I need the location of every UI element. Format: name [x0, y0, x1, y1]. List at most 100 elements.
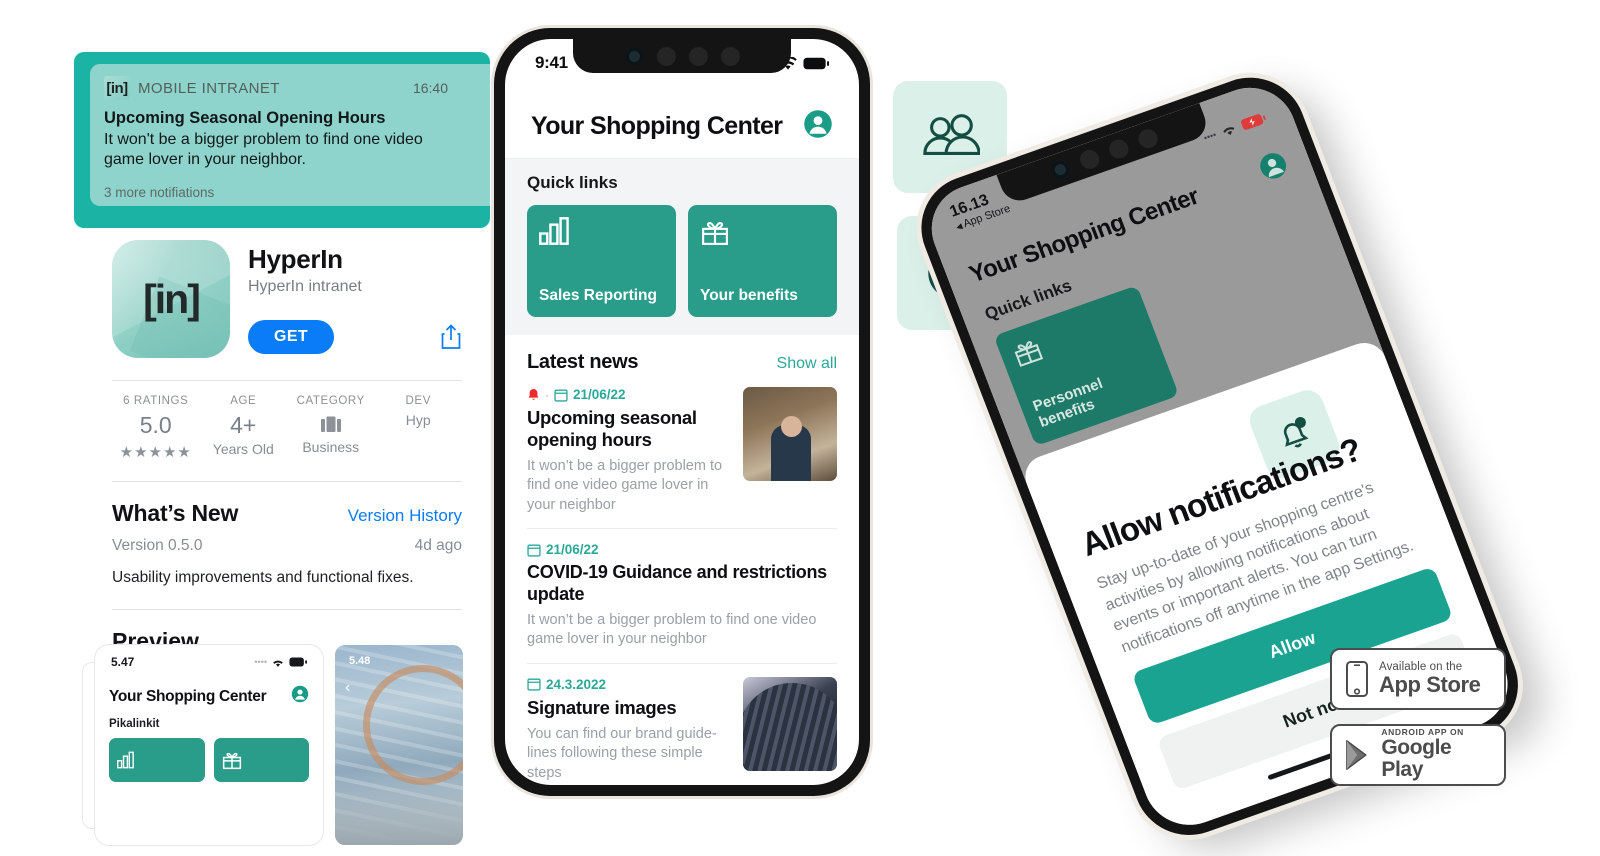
- get-button[interactable]: GET: [248, 320, 335, 354]
- preview-tiles: [95, 730, 323, 782]
- preview-tile-sales[interactable]: [109, 738, 205, 782]
- news-text: 21/06/22 COVID-19 Guidance and restricti…: [527, 542, 837, 650]
- center-news-header: Latest news Show all: [527, 351, 837, 374]
- stat-age: AGE 4+ Years Old: [200, 395, 288, 461]
- avatar-icon: [291, 685, 309, 708]
- sensor-dot: [656, 46, 676, 66]
- center-news-title: Latest news: [527, 351, 639, 373]
- front-camera-icon: [624, 46, 644, 66]
- app-icon-label: [in]: [143, 275, 201, 322]
- calendar-icon: [554, 389, 568, 402]
- app-actions: GET: [248, 320, 462, 354]
- preview-thumbnails: 5.47 •••• Your Shopping Center Pikalinki…: [83, 645, 463, 845]
- news-excerpt: It won’t be a bigger problem to find one…: [527, 611, 817, 648]
- notification-inner[interactable]: [in] MOBILE INTRANET 16:40 Upcoming Seas…: [90, 64, 490, 206]
- notification-title: Upcoming Seasonal Opening Hours: [104, 109, 386, 127]
- quick-link-sales-reporting[interactable]: Sales Reporting: [527, 205, 676, 317]
- news-thumbnail-image: [743, 676, 837, 771]
- phone-notch: [573, 39, 791, 73]
- google-play-badge[interactable]: ANDROID APP ON Google Play: [1330, 724, 1506, 786]
- notification-app-name: MOBILE INTRANET: [138, 79, 280, 97]
- calendar-icon: [527, 544, 541, 557]
- wifi-icon: [273, 660, 283, 667]
- store-badges: Available on the App Store ANDROID APP O…: [1330, 648, 1506, 786]
- app-header-row: [in] HyperIn HyperIn intranet GET: [112, 240, 462, 358]
- preview-tile-benefits[interactable]: [213, 738, 309, 782]
- app-icon: [in]: [112, 240, 230, 358]
- gift-icon: [1014, 341, 1044, 367]
- news-meta: · 21/06/22: [527, 387, 731, 402]
- whats-new-section: What’s New Version History Version 0.5.0…: [112, 481, 462, 587]
- preview-header: Your Shopping Center: [95, 669, 323, 708]
- badge-big-label: App Store: [1379, 672, 1481, 698]
- gift-icon: [702, 222, 728, 245]
- briefcase-icon: [287, 411, 375, 437]
- news-list-item[interactable]: 24.3.2022 Signature images You can find …: [527, 664, 837, 785]
- app-store-badge[interactable]: Available on the App Store: [1330, 648, 1506, 710]
- cellular-dots-icon: ••••: [1202, 129, 1218, 144]
- stat-label: CATEGORY: [296, 395, 365, 407]
- stat-sub: Business: [302, 439, 360, 455]
- app-promo-composite: [in] MOBILE INTRANET 16:40 Upcoming Seas…: [0, 0, 1600, 856]
- app-subtitle: HyperIn intranet: [248, 278, 362, 295]
- news-list-item[interactable]: · 21/06/22 Upcoming seasonal opening hou…: [527, 374, 837, 530]
- news-meta: 21/06/22: [527, 542, 837, 557]
- news-headline: COVID-19 Guidance and restrictions updat…: [527, 562, 827, 604]
- battery-icon: [289, 657, 307, 667]
- stat-sub: Years Old: [212, 441, 274, 457]
- news-text: 24.3.2022 Signature images You can find …: [527, 677, 731, 784]
- sensor-dot: [688, 46, 708, 66]
- stat-label: DEV: [405, 395, 431, 407]
- iphone-icon: [1346, 661, 1368, 697]
- news-date: 24.3.2022: [546, 676, 607, 692]
- alert-bell-icon: [528, 388, 539, 400]
- version-history-link[interactable]: Version History: [348, 506, 462, 526]
- center-news-section: Latest news Show all · 21/06/22 Upcoming…: [505, 335, 859, 785]
- news-excerpt: It won’t be a bigger problem to find one…: [527, 457, 723, 513]
- notification-header: [in] MOBILE INTRANET 16:40: [104, 76, 474, 100]
- rating-stars: ★★★★★: [119, 444, 192, 461]
- app-store-badge-text: Available on the App Store: [1379, 661, 1481, 696]
- quick-link-label: Sales Reporting: [539, 287, 657, 304]
- center-status-time: 9:41: [535, 53, 568, 72]
- stat-ratings: 6 RATINGS 5.0 ★★★★★: [112, 395, 200, 461]
- badge-big-label: Google Play: [1381, 736, 1452, 782]
- preview-quick-label: Pikalinkit: [109, 718, 160, 730]
- preview-screenshot-1[interactable]: 5.47 •••• Your Shopping Center Pikalinki…: [95, 645, 323, 845]
- news-thumbnail-image: [743, 387, 837, 481]
- stat-label: AGE: [230, 395, 257, 407]
- play-triangle-icon: [1346, 740, 1367, 770]
- sensor-dot: [720, 46, 740, 66]
- app-store-listing: [in] HyperIn HyperIn intranet GET 6 RATI…: [112, 240, 462, 655]
- stat-value: 4+: [230, 412, 257, 438]
- account-avatar-icon[interactable]: [1255, 148, 1293, 188]
- version-number: Version 0.5.0: [112, 537, 203, 554]
- notification-body: It won't be a bigger problem to find one…: [104, 131, 423, 169]
- preview-status-icons: ••••: [254, 657, 307, 668]
- news-list-item[interactable]: 21/06/22 COVID-19 Guidance and restricti…: [527, 529, 837, 664]
- calendar-icon: [527, 678, 541, 692]
- share-icon[interactable]: [440, 324, 462, 350]
- app-stats-row: 6 RATINGS 5.0 ★★★★★ AGE 4+ Years Old CAT…: [112, 380, 462, 461]
- gift-icon: [222, 752, 241, 770]
- preview-screenshot-2[interactable]: 5.48 ‹: [335, 645, 463, 845]
- news-date: 21/06/22: [546, 542, 599, 558]
- news-headline: Signature images: [527, 696, 677, 718]
- news-date: 21/06/22: [573, 387, 626, 402]
- bar-chart-icon: [539, 217, 569, 245]
- whats-new-title: What’s New: [112, 500, 239, 526]
- notification-time: 16:40: [412, 80, 448, 96]
- stat-sub: Hyp: [405, 412, 431, 428]
- preview-time: 5.47: [111, 655, 135, 669]
- news-text: · 21/06/22 Upcoming seasonal opening hou…: [527, 387, 731, 515]
- preview-header-title: Your Shopping Center: [109, 687, 267, 705]
- notification-card[interactable]: [in] MOBILE INTRANET 16:40 Upcoming Seas…: [74, 52, 490, 228]
- dots-icon: ••••: [254, 657, 267, 667]
- app-logo-icon: [in]: [104, 76, 130, 100]
- news-meta: 24.3.2022: [527, 677, 731, 692]
- stat-value: 5.0: [139, 412, 172, 438]
- news-excerpt: You can find our brand guide-lines follo…: [527, 725, 717, 781]
- google-play-badge-text: ANDROID APP ON Google Play: [1381, 728, 1492, 781]
- notification-more-count[interactable]: 3 more notifiations: [104, 185, 474, 200]
- version-age: 4d ago: [414, 537, 462, 554]
